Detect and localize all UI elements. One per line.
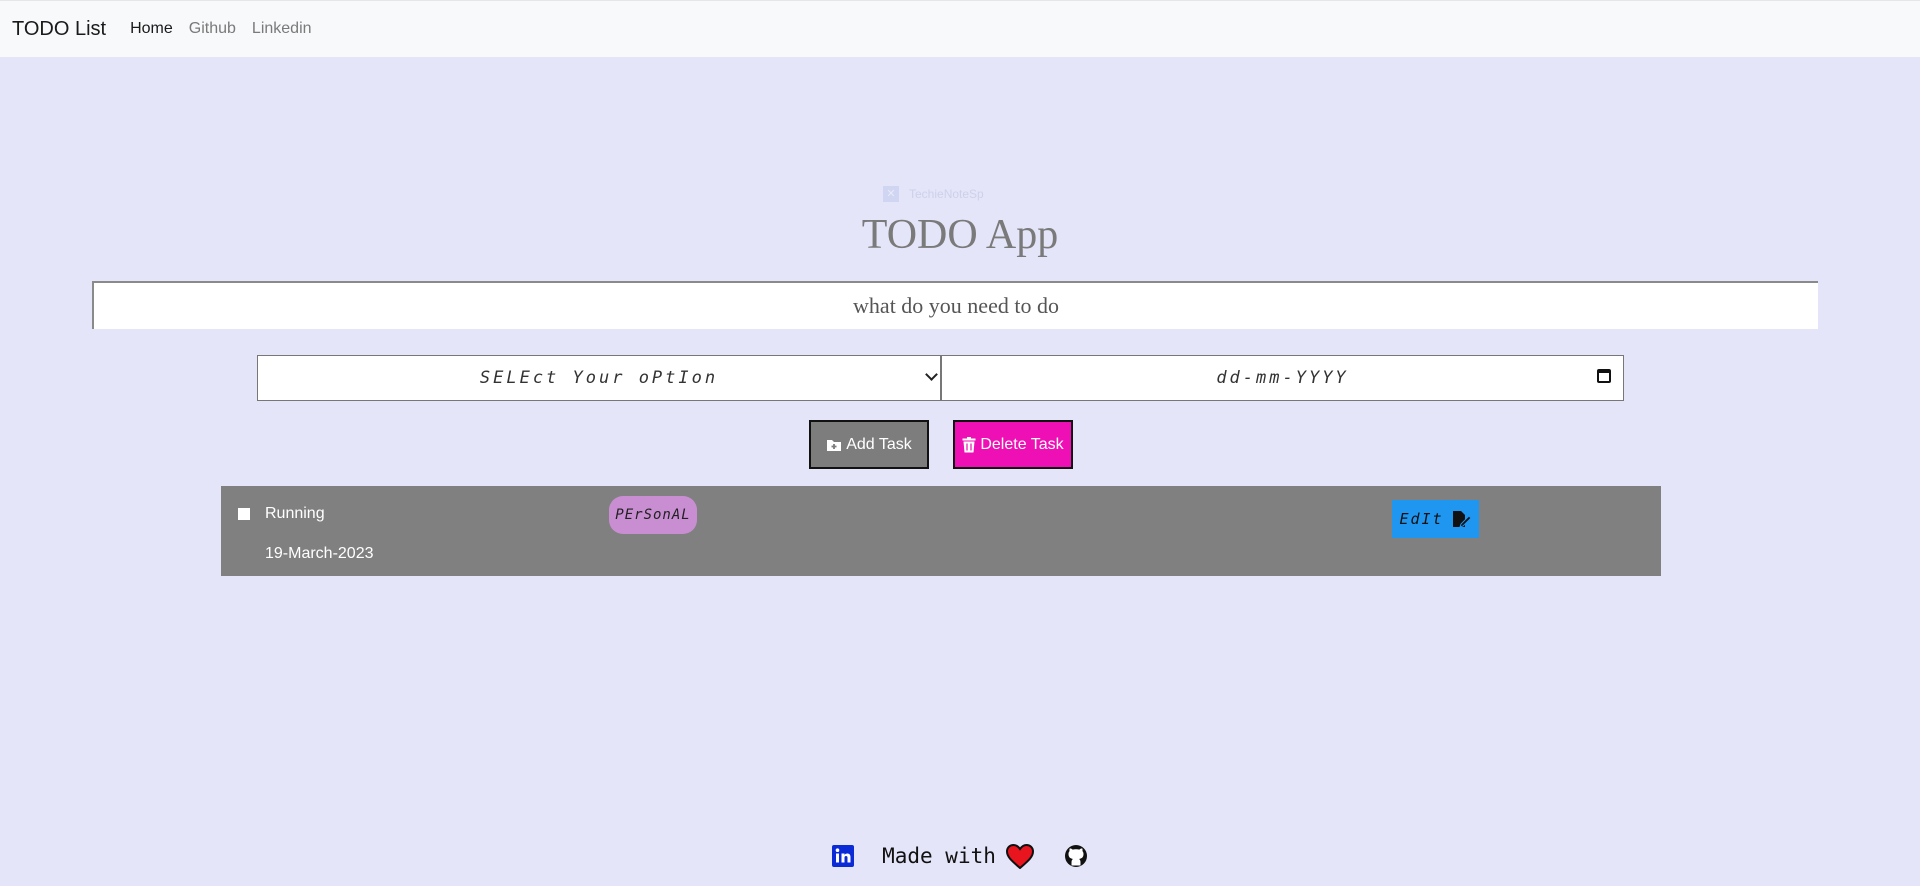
task-item: Running 19-March-2023 PErSonAL EdIt <box>221 486 1661 576</box>
nav-links: Home Github Linkedin <box>130 20 311 38</box>
brand[interactable]: TODO List <box>12 18 106 41</box>
faded-banner: ✕ TechieNoteSp <box>883 185 1055 203</box>
task-category-badge: PErSonAL <box>609 496 697 534</box>
file-pen-icon <box>1452 510 1472 528</box>
delete-task-label: Delete Task <box>980 435 1064 453</box>
navbar: TODO List Home Github Linkedin <box>0 0 1920 57</box>
task-input[interactable] <box>92 281 1818 329</box>
trash-icon <box>962 436 976 452</box>
folder-plus-icon <box>827 439 842 451</box>
heart-icon <box>1005 843 1034 869</box>
edit-task-button[interactable]: EdIt <box>1392 500 1479 538</box>
task-name: Running <box>265 505 325 522</box>
chevron-down-icon <box>925 368 938 381</box>
calendar-icon[interactable] <box>1597 369 1611 383</box>
task-checkbox[interactable] <box>238 508 250 520</box>
category-select[interactable]: SELEct Your oPtIon <box>257 355 941 401</box>
delete-task-button[interactable]: Delete Task <box>953 420 1073 469</box>
nav-link-linkedin[interactable]: Linkedin <box>252 20 312 38</box>
nav-link-home[interactable]: Home <box>130 20 173 38</box>
add-task-button[interactable]: Add Task <box>809 420 929 469</box>
date-input-placeholder: dd-mm-YYYY <box>1216 368 1349 388</box>
footer-text: Made with <box>882 844 996 868</box>
task-date: 19-March-2023 <box>265 545 374 562</box>
category-select-value: SELEct Your oPtIon <box>479 368 719 388</box>
date-input[interactable]: dd-mm-YYYY <box>941 355 1624 401</box>
page-title: TODO App <box>861 212 1059 258</box>
close-icon: ✕ <box>883 186 899 202</box>
linkedin-icon[interactable] <box>832 845 855 867</box>
nav-link-github[interactable]: Github <box>189 20 236 38</box>
faded-banner-text: TechieNoteSp <box>909 187 984 201</box>
footer: Made with <box>0 836 1920 876</box>
edit-label: EdIt <box>1399 510 1444 528</box>
add-task-label: Add Task <box>846 435 912 453</box>
github-icon[interactable] <box>1064 844 1088 868</box>
